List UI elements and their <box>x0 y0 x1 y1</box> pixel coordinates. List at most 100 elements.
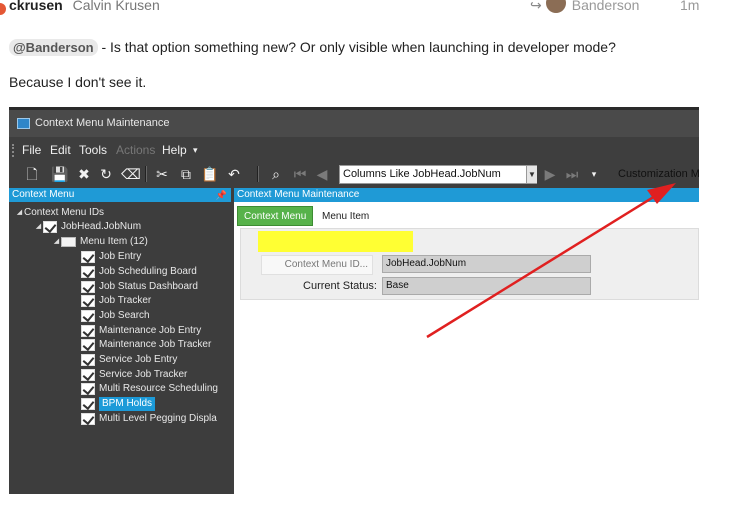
tree-label: Job Scheduling Board <box>99 266 197 277</box>
copy-icon[interactable]: ⧉ <box>177 165 195 183</box>
last-record-icon[interactable]: ⏭ <box>563 165 581 183</box>
checkbox-edit-icon <box>81 339 95 351</box>
expand-caret-icon[interactable]: ◢ <box>34 220 43 234</box>
tree-item[interactable]: Service Job Tracker <box>81 368 187 382</box>
menu-help[interactable]: Help <box>162 141 187 160</box>
save-icon[interactable]: 💾 <box>51 165 69 183</box>
username[interactable]: ckrusen <box>9 0 63 13</box>
panel-header: Context Menu 📌 <box>9 188 231 202</box>
folder-icon <box>61 237 76 247</box>
checkbox-edit-icon <box>81 251 95 263</box>
reply-arrow-icon: ↪ <box>530 0 542 13</box>
toolbar-separator <box>257 166 259 182</box>
menu-tools[interactable]: Tools <box>79 141 107 160</box>
context-menu-id-button[interactable]: Context Menu ID... <box>261 255 373 275</box>
refresh-icon[interactable]: ↻ <box>97 165 115 183</box>
checkbox-edit-icon <box>81 266 95 278</box>
checkbox-edit-icon <box>81 281 95 293</box>
tree-item[interactable]: Service Job Entry <box>81 353 177 367</box>
tree-item[interactable]: Job Status Dashboard <box>81 280 198 294</box>
checkbox-edit-icon <box>81 369 95 381</box>
checkbox-edit-icon <box>81 295 95 307</box>
toolbar-overflow-icon[interactable]: ▾ <box>585 165 603 183</box>
tree-label: Context Menu IDs <box>24 207 105 218</box>
tree-label: Job Status Dashboard <box>99 281 198 292</box>
context-menu-id-field[interactable]: JobHead.JobNum <box>382 255 591 273</box>
delete-icon[interactable]: ✖ <box>75 165 93 183</box>
checkbox-edit-icon <box>81 413 95 425</box>
tab-menu-item[interactable]: Menu Item <box>316 207 375 226</box>
next-record-icon[interactable]: ▶ <box>541 165 559 183</box>
checkbox-edit-icon <box>81 325 95 337</box>
pin-icon[interactable]: 📌 <box>216 188 227 202</box>
tree-node-jobhead[interactable]: ◢ JobHead.JobNum <box>34 220 141 234</box>
tree-item-selected[interactable]: BPM Holds <box>81 397 156 411</box>
tree-label: Maintenance Job Entry <box>99 325 202 336</box>
paste-icon[interactable]: 📋 <box>201 165 219 183</box>
new-icon[interactable]: 🗋 <box>23 165 41 183</box>
clear-icon[interactable]: ⌫ <box>121 165 141 183</box>
current-status-label: Current Status: <box>303 280 377 292</box>
tree-item[interactable]: Multi Resource Scheduling <box>81 382 218 396</box>
tree-label: JobHead.JobNum <box>61 221 142 232</box>
tree-label: BPM Holds <box>99 397 156 411</box>
search-binoculars-icon[interactable]: ⌕ <box>267 165 285 183</box>
tree-label: Job Entry <box>99 251 142 262</box>
cut-icon[interactable]: ✂ <box>153 165 171 183</box>
checkbox-edit-icon <box>43 221 57 233</box>
first-record-icon[interactable]: ⏮ <box>291 165 309 183</box>
maintenance-panel: Context Menu Maintenance Context Menu Me… <box>234 188 699 494</box>
undo-icon[interactable]: ↶ <box>225 165 243 183</box>
tree-label: Multi Level Pegging Displa <box>99 413 217 424</box>
tree-label: Multi Resource Scheduling <box>99 383 218 394</box>
menu-grip-icon <box>12 144 14 157</box>
tree-item[interactable]: Multi Level Pegging Displa <box>81 412 217 426</box>
reply-to-user[interactable]: Banderson <box>572 0 640 14</box>
menu-edit[interactable]: Edit <box>50 141 71 160</box>
tree-item[interactable]: Job Search <box>81 309 150 323</box>
post-text: - Is that option something new? Or only … <box>97 39 616 55</box>
customization-menu[interactable]: Customization M <box>618 165 699 184</box>
tree-label: Menu Item (12) <box>80 236 148 247</box>
context-menu-panel: Context Menu 📌 ◢ Context Menu IDs ◢ JobH… <box>9 188 231 494</box>
tab-strip: Context Menu Menu Item <box>234 202 699 227</box>
menu-overflow-icon[interactable]: ▾ <box>193 141 198 160</box>
yellow-highlight-annotation <box>258 231 413 252</box>
tree-node-menu-items[interactable]: ◢ Menu Item (12) <box>52 235 148 249</box>
reply-to-indicator[interactable]: ↪ Banderson <box>530 0 639 14</box>
checkbox-edit-icon <box>81 383 95 395</box>
previous-record-icon[interactable]: ◀ <box>313 165 331 183</box>
window-titlebar: Context Menu Maintenance <box>9 110 699 137</box>
checkbox-edit-icon <box>81 398 95 410</box>
menu-file[interactable]: File <box>22 141 41 160</box>
post-header: ckrusen Calvin Krusen <box>9 0 160 14</box>
tree-item[interactable]: Maintenance Job Entry <box>81 324 201 338</box>
expand-caret-icon[interactable]: ◢ <box>15 206 24 220</box>
panel-title: Context Menu <box>12 189 75 200</box>
window-title: Context Menu Maintenance <box>35 117 170 129</box>
tree-item[interactable]: Job Entry <box>81 250 141 264</box>
post-age[interactable]: 1m <box>680 0 699 14</box>
app-icon <box>17 118 30 129</box>
post-text-line2: Because I don't see it. <box>9 74 147 90</box>
post-text-line1: @Banderson - Is that option something ne… <box>9 37 616 58</box>
menu-actions: Actions <box>116 143 156 157</box>
tree-root[interactable]: ◢ Context Menu IDs <box>15 206 104 220</box>
tree-item[interactable]: Job Scheduling Board <box>81 265 197 279</box>
combo-dropdown-icon[interactable]: ▼ <box>526 166 537 183</box>
tree-item[interactable]: Job Tracker <box>81 294 151 308</box>
record-search-combo[interactable]: Columns Like JobHead.JobNum <box>339 165 537 184</box>
checkbox-edit-icon <box>81 310 95 322</box>
expand-caret-icon[interactable]: ◢ <box>52 235 61 249</box>
tree-label: Service Job Entry <box>99 354 178 365</box>
reply-avatar <box>545 0 566 13</box>
toolbar-separator <box>145 166 147 182</box>
user-avatar[interactable] <box>0 3 6 15</box>
tree-item[interactable]: Maintenance Job Tracker <box>81 338 211 352</box>
tree-label: Maintenance Job Tracker <box>99 339 212 350</box>
tab-context-menu[interactable]: Context Menu <box>237 206 314 226</box>
current-status-field[interactable]: Base <box>382 277 591 295</box>
detail-form: Context Menu ID... JobHead.JobNum Curren… <box>240 228 699 300</box>
mention-link[interactable]: @Banderson <box>9 39 98 56</box>
panel-header: Context Menu Maintenance <box>234 188 699 202</box>
